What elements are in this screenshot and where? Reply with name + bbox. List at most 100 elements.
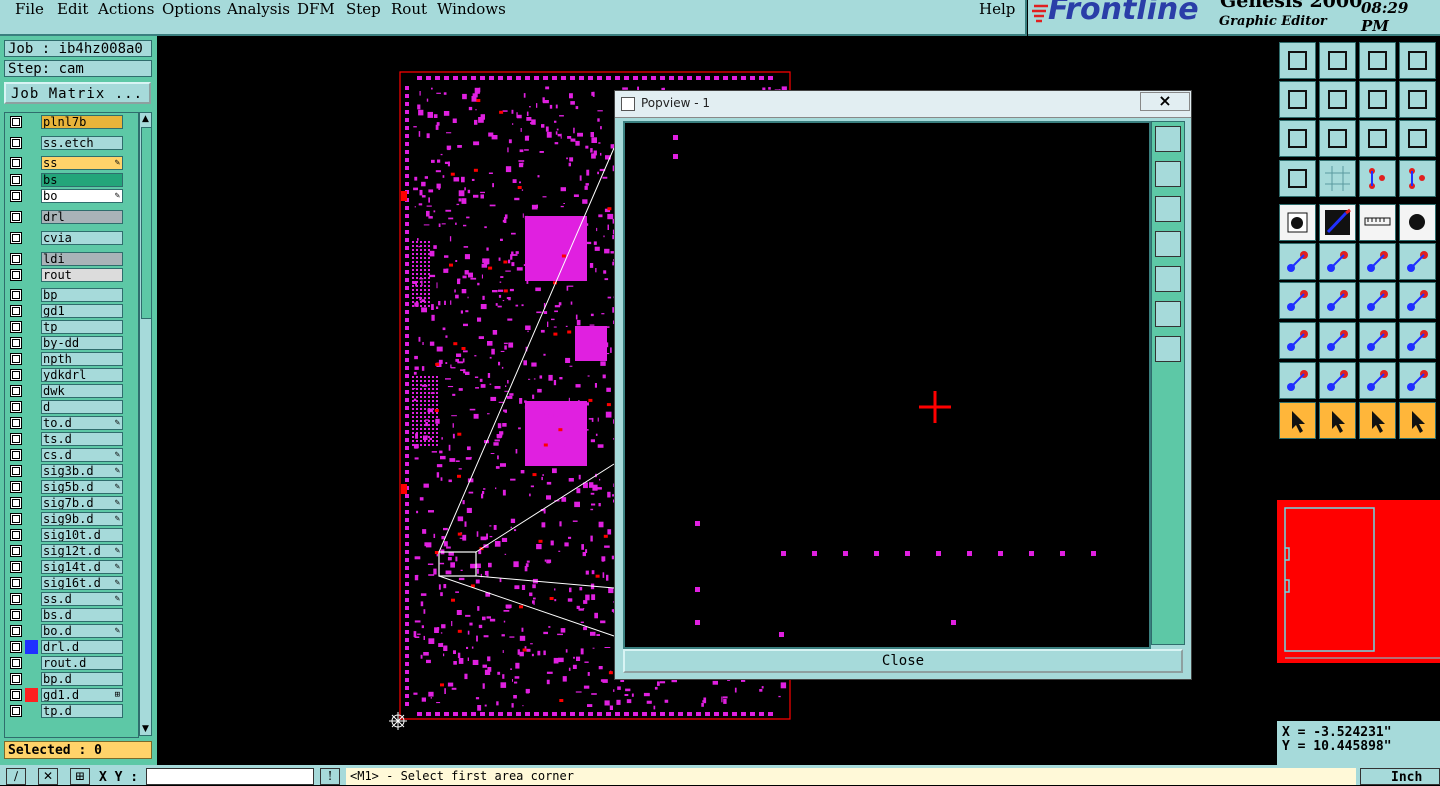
layer-checkbox[interactable] bbox=[10, 561, 22, 573]
layer-name[interactable]: npth bbox=[41, 352, 123, 366]
layer-name[interactable]: plnl7b bbox=[41, 115, 123, 129]
menu-edit[interactable]: Edit bbox=[57, 0, 88, 18]
layer-row[interactable]: to.d ✎ bbox=[5, 416, 127, 431]
ruler-icon[interactable] bbox=[1359, 204, 1396, 241]
zoom-fit-icon[interactable] bbox=[1319, 42, 1356, 79]
layer-name[interactable]: sig14t.d ✎ bbox=[41, 560, 123, 574]
popview-canvas[interactable] bbox=[623, 121, 1151, 649]
select-cursor-icon[interactable] bbox=[1279, 402, 1316, 439]
layer-checkbox[interactable] bbox=[10, 321, 22, 333]
layer-row[interactable]: rout bbox=[5, 268, 127, 283]
popview-close-x[interactable]: × bbox=[1140, 92, 1190, 111]
split-icon[interactable] bbox=[1399, 282, 1436, 319]
layer-row[interactable]: tp.d bbox=[5, 704, 127, 719]
layer-checkbox[interactable] bbox=[10, 137, 22, 149]
layer-row[interactable]: ss.etch bbox=[5, 136, 127, 151]
scroll-up-icon[interactable]: ▲ bbox=[141, 114, 150, 124]
layer-name[interactable]: bo ✎ bbox=[41, 189, 123, 203]
connect-2-icon[interactable] bbox=[1399, 243, 1436, 280]
layer-name[interactable]: ss.etch bbox=[41, 136, 123, 150]
home-icon[interactable] bbox=[1359, 42, 1396, 79]
line-draw-icon[interactable] bbox=[1319, 204, 1356, 241]
pv-center-icon[interactable] bbox=[1155, 336, 1181, 362]
layer-name[interactable]: drl bbox=[41, 210, 123, 224]
layer-name[interactable]: tp.d bbox=[41, 704, 123, 718]
layer-name[interactable]: gd1.d ⊞ bbox=[41, 688, 123, 702]
net-nodes-icon[interactable] bbox=[1279, 243, 1316, 280]
layer-name[interactable]: bs.d bbox=[41, 608, 123, 622]
layer-row[interactable]: sig14t.d ✎ bbox=[5, 560, 127, 575]
layer-checkbox[interactable] bbox=[10, 609, 22, 621]
layer-row[interactable]: sig7b.d ✎ bbox=[5, 496, 127, 511]
triangle-cross-icon[interactable] bbox=[1399, 362, 1436, 399]
triangle-icon[interactable] bbox=[1279, 362, 1316, 399]
layer-name[interactable]: by-dd bbox=[41, 336, 123, 350]
layer-checkbox[interactable] bbox=[10, 465, 22, 477]
pv-left-icon[interactable] bbox=[1155, 231, 1181, 257]
grid-icon[interactable] bbox=[1319, 160, 1356, 197]
layer-row[interactable]: bp bbox=[5, 288, 127, 303]
layer-row[interactable]: sig5b.d ✎ bbox=[5, 480, 127, 495]
layer-checkbox[interactable] bbox=[10, 577, 22, 589]
mirror-icon[interactable] bbox=[1359, 81, 1396, 118]
menu-rout[interactable]: Rout bbox=[391, 0, 427, 18]
layer-name[interactable]: cvia bbox=[41, 231, 123, 245]
menu-help[interactable]: Help bbox=[979, 0, 1015, 18]
angle-icon[interactable] bbox=[1279, 282, 1316, 319]
zoom-extent-icon[interactable] bbox=[1279, 120, 1316, 157]
layer-row[interactable]: by-dd bbox=[5, 336, 127, 351]
layer-checkbox[interactable] bbox=[10, 401, 22, 413]
popview-zoom-view[interactable] bbox=[625, 123, 1149, 647]
layer-name[interactable]: dwk bbox=[41, 384, 123, 398]
xy-input[interactable] bbox=[146, 768, 314, 785]
layer-checkbox[interactable] bbox=[10, 625, 22, 637]
pad-select-icon[interactable] bbox=[1279, 204, 1316, 241]
layer-row[interactable]: ss.d ✎ bbox=[5, 592, 127, 607]
layer-row[interactable]: d bbox=[5, 400, 127, 415]
scale-1-2-icon[interactable] bbox=[1359, 120, 1396, 157]
menu-analysis[interactable]: Analysis bbox=[227, 0, 290, 18]
menu-windows[interactable]: Windows bbox=[437, 0, 506, 18]
layer-row[interactable]: sig12t.d ✎ bbox=[5, 544, 127, 559]
layer-checkbox[interactable] bbox=[10, 673, 22, 685]
circle-dot-icon[interactable] bbox=[1399, 204, 1436, 241]
layer-red-icon[interactable] bbox=[1359, 160, 1396, 197]
layer-name[interactable]: ss.d ✎ bbox=[41, 592, 123, 606]
minus-icon[interactable] bbox=[1319, 322, 1356, 359]
connect-icon[interactable] bbox=[1359, 243, 1396, 280]
layer-checkbox[interactable] bbox=[10, 689, 22, 701]
layer-red-2-icon[interactable] bbox=[1399, 160, 1436, 197]
layer-name[interactable]: bp.d bbox=[41, 672, 123, 686]
layer-row[interactable]: ldi bbox=[5, 252, 127, 267]
menu-options[interactable]: Options bbox=[162, 0, 221, 18]
grid-snap-icon[interactable]: ⊞ bbox=[70, 768, 90, 785]
layer-name[interactable]: sig12t.d ✎ bbox=[41, 544, 123, 558]
popview-titlebar[interactable]: Popview - 1 × bbox=[615, 91, 1191, 118]
unit-selector[interactable]: Inch bbox=[1360, 768, 1440, 785]
layer-row[interactable]: cs.d ✎ bbox=[5, 448, 127, 463]
layer-checkbox[interactable] bbox=[10, 641, 22, 653]
layer-checkbox[interactable] bbox=[10, 369, 22, 381]
layer-row[interactable]: bs.d bbox=[5, 608, 127, 623]
layer-checkbox[interactable] bbox=[10, 433, 22, 445]
window-split-icon[interactable] bbox=[1399, 42, 1436, 79]
rotate-icon[interactable] bbox=[1359, 282, 1396, 319]
layer-checkbox[interactable] bbox=[10, 289, 22, 301]
layer-color-swatch[interactable] bbox=[25, 640, 38, 654]
layer-name[interactable]: d bbox=[41, 400, 123, 414]
layer-checkbox[interactable] bbox=[10, 385, 22, 397]
layer-checkbox[interactable] bbox=[10, 190, 22, 202]
layer-scrollbar[interactable]: ▲ ▼ bbox=[139, 112, 152, 736]
layer-checkbox[interactable] bbox=[10, 481, 22, 493]
pv-up-icon[interactable] bbox=[1155, 161, 1181, 187]
triangle-up-icon[interactable] bbox=[1359, 362, 1396, 399]
layer-checkbox[interactable] bbox=[10, 353, 22, 365]
layer-checkbox[interactable] bbox=[10, 705, 22, 717]
layer-row[interactable]: cvia bbox=[5, 231, 127, 246]
layer-checkbox[interactable] bbox=[10, 417, 22, 429]
scroll-thumb[interactable] bbox=[141, 127, 152, 319]
layer-row[interactable]: gd1.d ⊞ bbox=[5, 688, 127, 703]
pan-left-icon[interactable] bbox=[1279, 81, 1316, 118]
layer-name[interactable]: bo.d ✎ bbox=[41, 624, 123, 638]
pv-zoom-in-icon[interactable] bbox=[1155, 126, 1181, 152]
